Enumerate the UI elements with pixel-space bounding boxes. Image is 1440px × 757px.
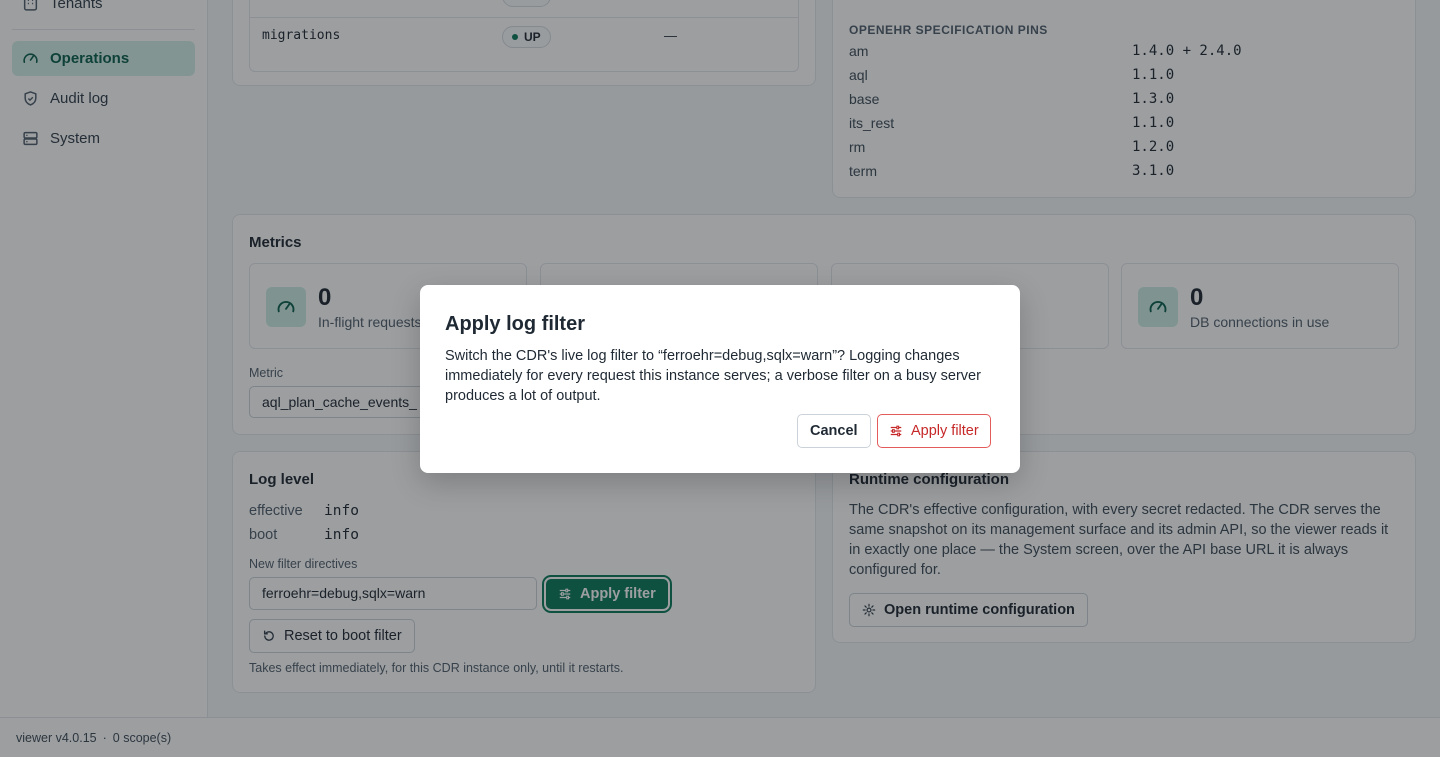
confirm-label: Apply filter	[911, 423, 979, 439]
cancel-button[interactable]: Cancel	[797, 414, 871, 448]
confirm-apply-filter-button[interactable]: Apply filter	[877, 414, 991, 448]
apply-log-filter-dialog: Apply log filter Switch the CDR's live l…	[420, 285, 1020, 473]
sliders-icon	[890, 425, 902, 437]
dialog-body: Switch the CDR's live log filter to “fer…	[445, 348, 981, 404]
dialog-title: Apply log filter	[445, 313, 585, 335]
